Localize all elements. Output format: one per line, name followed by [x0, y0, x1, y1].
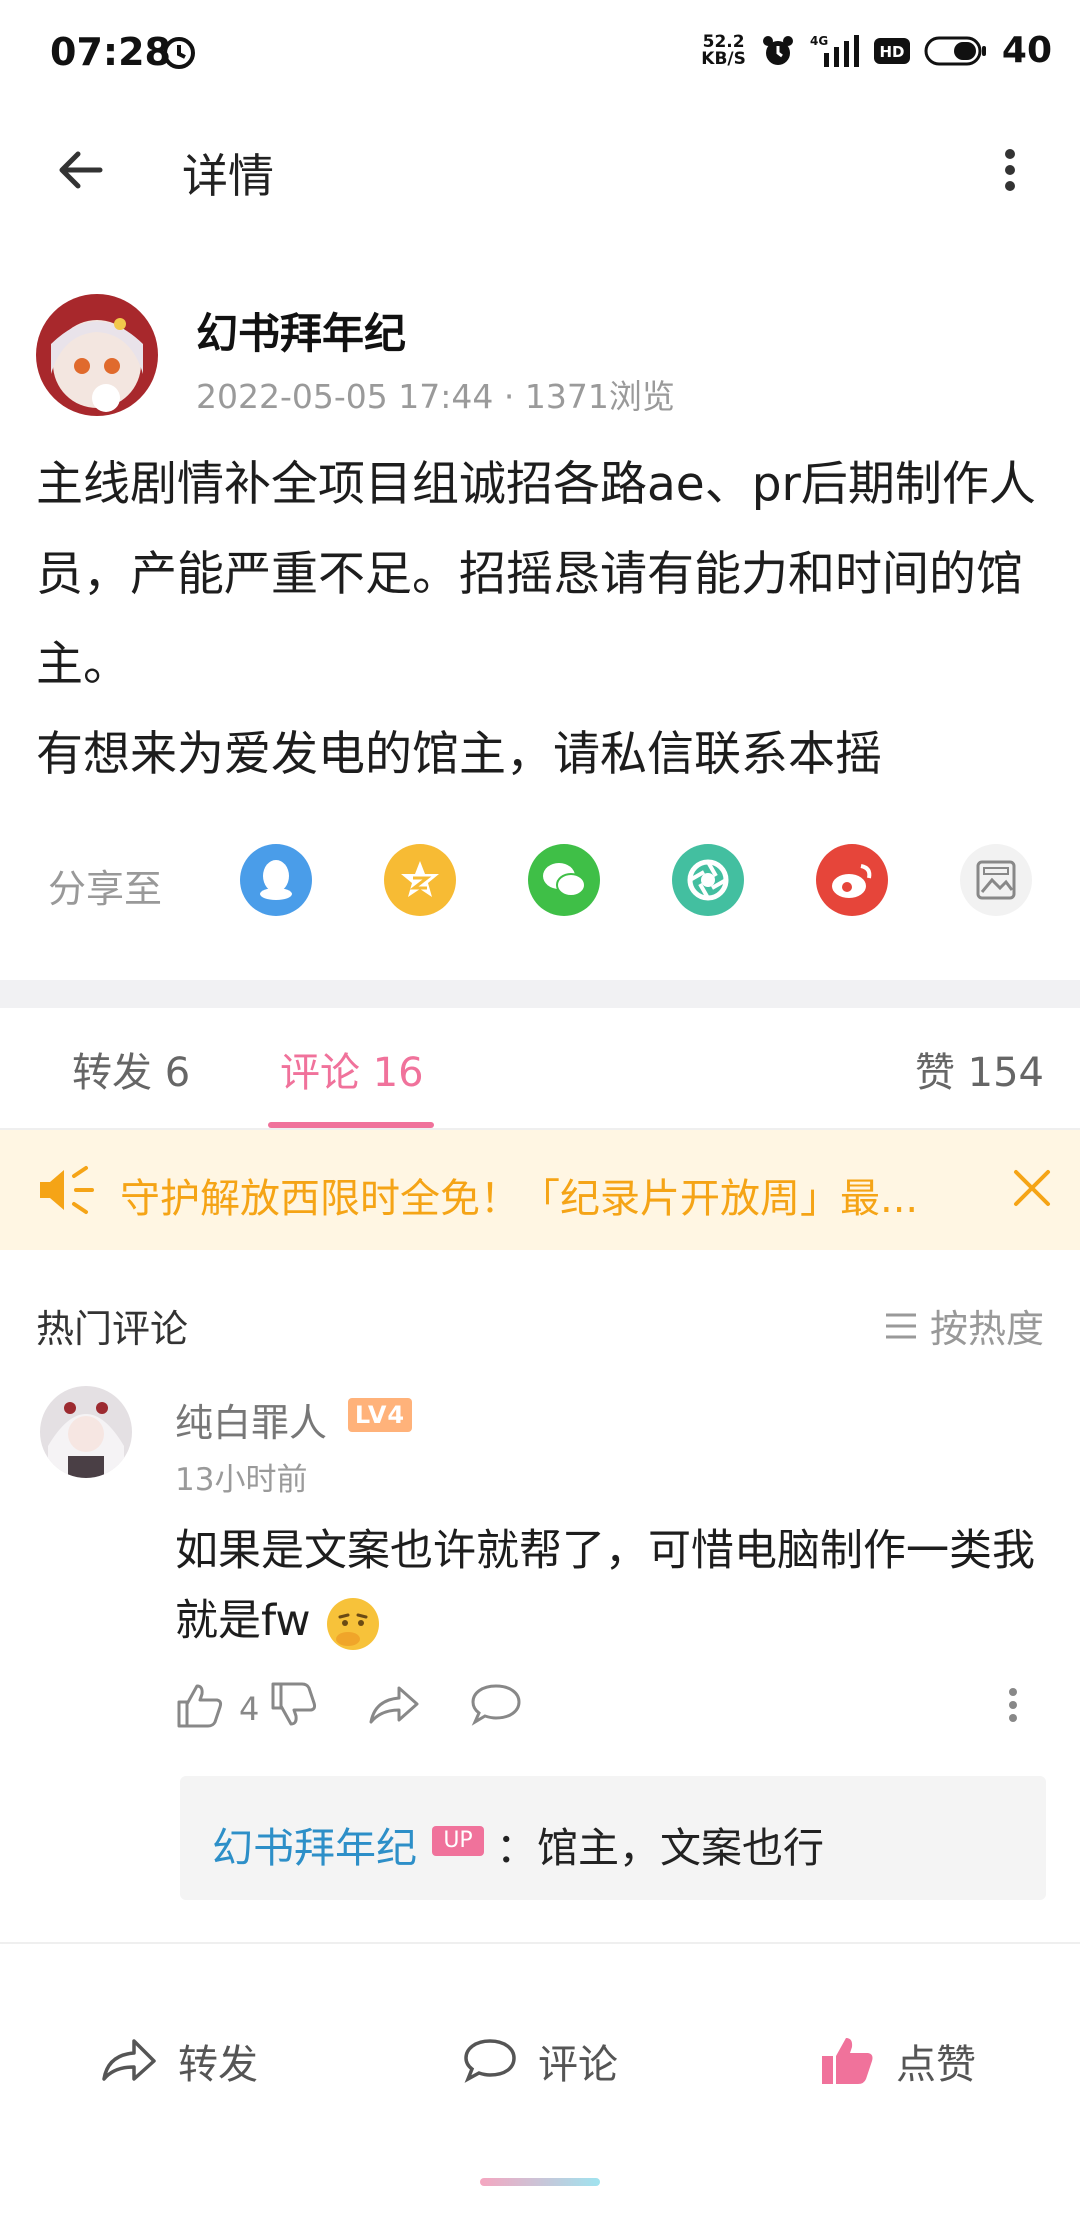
like-label: 点赞 — [896, 2042, 976, 2088]
reply-preview[interactable]: 幻书拜年纪 UP ：馆主，文案也行 — [180, 1776, 1046, 1900]
author-avatar[interactable] — [36, 294, 158, 416]
net-speed: 52.2 KB/S — [701, 31, 746, 69]
repost-label: 转发 — [178, 2042, 258, 2088]
thumbs-up-icon[interactable] — [175, 1680, 225, 1730]
qzone-icon[interactable] — [384, 844, 456, 916]
hd-icon: HD — [873, 37, 910, 64]
status-bar: 07:28 52.2 KB/S 4G HD 40 — [0, 0, 1080, 110]
share-label: 分享至 — [48, 867, 163, 911]
image-share-icon[interactable] — [960, 844, 1032, 916]
comment-button[interactable]: 评论 — [462, 2032, 618, 2090]
battery-icon — [924, 36, 986, 65]
post-paragraph: 主线剧情补全项目组诚招各路ae、pr后期制作人员，产能严重不足。招摇恳请有能力和… — [36, 457, 1036, 692]
qq-icon[interactable] — [240, 844, 312, 916]
hot-comments-title: 热门评论 — [36, 1307, 189, 1351]
bottom-action-bar: 转发 评论 点赞 — [0, 1944, 1080, 2232]
comment-text: 如果是文案也许就帮了，可惜电脑制作一类我就是fw — [175, 1526, 1035, 1646]
reply-text: ：馆主，文案也行 — [496, 1824, 824, 1872]
share-arrow-icon[interactable] — [367, 1680, 421, 1730]
top-app-bar: 详情 — [0, 110, 1080, 230]
reply-user[interactable]: 幻书拜年纪 — [212, 1814, 417, 1874]
tab-likes[interactable]: 赞 154 — [915, 1040, 1044, 1098]
commenter-avatar[interactable] — [40, 1386, 132, 1478]
post-content: 主线剧情补全项目组诚招各路ae、pr后期制作人员，产能严重不足。招摇恳请有能力和… — [36, 440, 1046, 800]
more-options-icon[interactable] — [990, 140, 1030, 200]
thinking-face-emoji-icon — [327, 1597, 380, 1650]
battery-level: 40 — [1001, 30, 1052, 71]
up-badge: UP — [432, 1826, 484, 1856]
tab-repost[interactable]: 转发 6 — [72, 1040, 190, 1098]
notice-banner[interactable]: 守护解放西限时全免！「纪录片开放周」最... — [0, 1130, 1080, 1250]
menu-lines-icon — [885, 1313, 916, 1338]
comment-body: 如果是文案也许就帮了，可惜电脑制作一类我就是fw — [175, 1516, 1055, 1656]
repost-button[interactable]: 转发 — [100, 2032, 258, 2090]
like-button[interactable]: 点赞 — [820, 2032, 976, 2090]
close-icon[interactable] — [1010, 1166, 1054, 1210]
alarm-badge-icon — [163, 37, 195, 69]
status-right-group: 52.2 KB/S 4G HD 40 — [701, 30, 1052, 71]
level-badge: LV4 — [348, 1398, 412, 1432]
back-arrow-icon[interactable] — [52, 140, 112, 200]
alarm-icon — [762, 35, 793, 65]
svg-text:4G: 4G — [810, 34, 828, 48]
notice-text: 守护解放西限时全免！「纪录片开放周」最... — [120, 1176, 919, 1222]
like-count: 4 — [239, 1690, 260, 1728]
tab-comments[interactable]: 评论 16 — [280, 1040, 424, 1098]
weibo-icon[interactable] — [816, 844, 888, 916]
comment-actions: 4 — [175, 1680, 1045, 1740]
commenter-name[interactable]: 纯白罪人 — [175, 1392, 327, 1447]
sort-button[interactable]: 按热度 — [884, 1298, 1044, 1353]
post-meta: 2022-05-05 17:44 · 1371浏览 — [196, 377, 675, 416]
reply-bubble-icon[interactable] — [469, 1680, 523, 1730]
page-title: 详情 — [182, 149, 274, 203]
svg-text:HD: HD — [879, 43, 904, 61]
speaker-icon — [40, 1166, 94, 1214]
wechat-icon[interactable] — [528, 844, 600, 916]
thumbs-down-icon[interactable] — [269, 1680, 319, 1730]
signal-icon: 4G — [810, 34, 859, 67]
section-divider — [0, 980, 1080, 1008]
post-paragraph: 有想来为爱发电的馆主，请私信联系本摇 — [36, 727, 882, 782]
moments-icon[interactable] — [672, 844, 744, 916]
sort-label: 按热度 — [929, 1307, 1044, 1351]
comment-more-icon[interactable] — [1003, 1680, 1023, 1730]
status-time: 07:28 — [50, 30, 171, 74]
repost-icon — [102, 2039, 156, 2081]
comment-label: 评论 — [538, 2042, 618, 2088]
author-name[interactable]: 幻书拜年纪 — [196, 300, 406, 361]
thumbs-up-filled-icon — [822, 2038, 873, 2084]
comment-icon — [464, 2039, 516, 2083]
home-indicator — [480, 2178, 600, 2186]
comment-time: 13小时前 — [175, 1462, 308, 1498]
